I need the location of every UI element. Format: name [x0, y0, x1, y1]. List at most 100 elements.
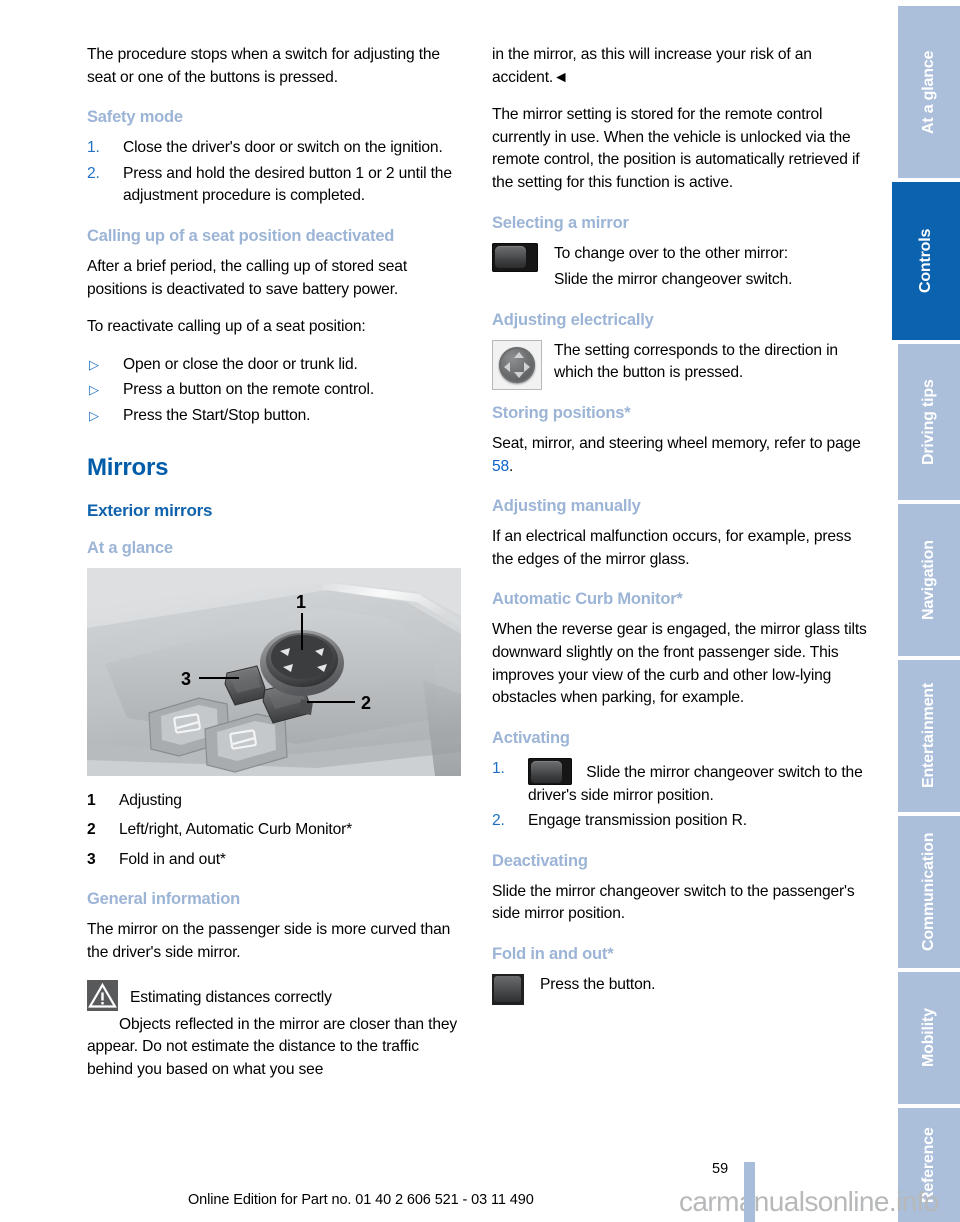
- sidebar-item-label: Mobility: [920, 1008, 937, 1068]
- list-item: 1. Close the driver's door or switch on …: [87, 137, 462, 160]
- list-item: 2 Left/right, Automatic Curb Monitor*: [87, 819, 462, 842]
- list-item: ▷ Open or close the door or trunk lid.: [87, 354, 462, 377]
- adjusting-electrically-row: The setting corresponds to the direction…: [492, 339, 867, 390]
- arrow-down-icon: [514, 371, 524, 378]
- general-information-paragraph: The mirror on the passenger side is more…: [87, 921, 451, 961]
- sidebar-item-communication[interactable]: Communication: [898, 816, 960, 968]
- figure-legend: 1 Adjusting 2 Left/right, Automatic Curb…: [87, 790, 462, 872]
- page-reference-link[interactable]: 58: [492, 458, 509, 475]
- intro-paragraph: The procedure stops when a switch for ad…: [87, 46, 440, 86]
- left-column: The procedure stops when a switch for ad…: [87, 44, 462, 1096]
- sidebar-item-label: Navigation: [920, 540, 937, 620]
- sidebar-item-driving-tips[interactable]: Driving tips: [898, 344, 960, 500]
- list-item: 1 Adjusting: [87, 790, 462, 813]
- list-item: 1. Slide the mirror changeover switch to…: [492, 757, 867, 808]
- heading-exterior-mirrors: Exterior mirrors: [87, 500, 213, 520]
- safety-mode-steps: 1. Close the driver's door or switch on …: [87, 137, 462, 208]
- heading-safety-mode: Safety mode: [87, 108, 183, 127]
- heading-calling-up-deactivated: Calling up of a seat position deactivate…: [87, 226, 395, 245]
- sidebar-item-label: Communication: [920, 832, 937, 952]
- calling-up-paragraph-1: After a brief period, the calling up of …: [87, 257, 408, 298]
- list-item: ▷ Press a button on the remote control.: [87, 379, 462, 402]
- mirror-adjust-knob-icon: [492, 339, 542, 390]
- warning-continuation-text: in the mirror, as this will increase you…: [492, 46, 812, 86]
- mirror-changeover-switch-icon: [492, 242, 538, 272]
- heading-automatic-curb-monitor: Automatic Curb Monitor*: [492, 590, 683, 609]
- legend-marker: 3: [87, 850, 96, 868]
- heading-adjusting-manually: Adjusting manually: [492, 497, 641, 516]
- fold-in-and-out-row: Press the button.: [492, 974, 867, 1008]
- heading-deactivating: Deactivating: [492, 851, 588, 870]
- legend-text: Adjusting: [119, 791, 182, 809]
- figure-number-2: 2: [361, 693, 371, 713]
- bullet-text: Press a button on the remote control.: [123, 381, 375, 399]
- arrow-right-icon: [524, 361, 530, 372]
- selecting-mirror-line-2: Slide the mirror changeover switch.: [554, 271, 793, 289]
- selecting-mirror-line-1: To change over to the other mirror:: [554, 244, 788, 262]
- heading-selecting-a-mirror: Selecting a mirror: [492, 213, 629, 232]
- storing-positions-text-after: .: [509, 457, 514, 475]
- fold-mirror-button-icon: [492, 974, 524, 1006]
- heading-at-a-glance: At a glance: [87, 538, 173, 557]
- heading-fold-in-and-out: Fold in and out*: [492, 945, 614, 964]
- door-panel-figure: 1 3 2: [87, 567, 461, 776]
- warning-block: Estimating distances correctly Objects r…: [87, 979, 462, 1082]
- step-text: Close the driver's door or switch on the…: [123, 139, 443, 157]
- bullet-text: Open or close the door or trunk lid.: [123, 355, 358, 373]
- reactivate-bullets: ▷ Open or close the door or trunk lid. ▷…: [87, 354, 462, 428]
- deactivating-text: Slide the mirror changeover switch to th…: [492, 882, 855, 923]
- step-marker: 1.: [87, 139, 100, 157]
- manual-page: The procedure stops when a switch for ad…: [0, 0, 960, 1222]
- selecting-mirror-row: To change over to the other mirror: Slid…: [492, 242, 867, 292]
- sidebar-item-label: Driving tips: [920, 379, 937, 465]
- heading-general-information: General information: [87, 890, 240, 909]
- bullet-text: Press the Start/Stop button.: [123, 406, 311, 424]
- arrow-left-icon: [504, 361, 510, 372]
- warning-body: Objects reflected in the mirror are clos…: [87, 1015, 458, 1078]
- heading-activating: Activating: [492, 728, 570, 747]
- edition-line: Online Edition for Part no. 01 40 2 606 …: [188, 1192, 534, 1208]
- step-text: Press and hold the desired button 1 or 2…: [123, 164, 452, 205]
- list-item: ▷ Press the Start/Stop button.: [87, 405, 462, 428]
- storing-positions-text-before: Seat, mirror, and steering wheel memory,…: [492, 434, 861, 452]
- step-marker: 2.: [492, 812, 505, 830]
- heading-adjusting-electrically: Adjusting electrically: [492, 310, 654, 329]
- storing-positions-text: Seat, mirror, and steering wheel memory,…: [492, 433, 867, 478]
- list-item: 2. Engage transmission position R.: [492, 810, 867, 833]
- heading-storing-positions: Storing positions*: [492, 403, 631, 422]
- mirror-changeover-switch-icon: [528, 757, 572, 785]
- step-marker: 1.: [492, 759, 505, 777]
- list-item: 2. Press and hold the desired button 1 o…: [87, 163, 462, 208]
- warning-triangle-icon: [87, 979, 118, 1011]
- activating-steps: 1. Slide the mirror changeover switch to…: [492, 757, 867, 833]
- adjusting-electrically-text: The setting corresponds to the direction…: [554, 341, 838, 382]
- warning-continuation: in the mirror, as this will increase you…: [492, 44, 867, 89]
- warning-heading-row: Estimating distances correctly: [87, 979, 462, 1011]
- sidebar-item-mobility[interactable]: Mobility: [898, 972, 960, 1104]
- figure-number-1: 1: [296, 592, 306, 612]
- arrow-up-icon: [514, 351, 524, 358]
- figure-number-3: 3: [181, 669, 191, 689]
- sidebar-item-label: Controls: [917, 228, 934, 294]
- sidebar-item-controls[interactable]: Controls: [892, 182, 960, 340]
- triangle-bullet-icon: ▷: [89, 382, 99, 398]
- adjusting-manually-text: If an electrical malfunction occurs, for…: [492, 528, 852, 568]
- sidebar-item-entertainment[interactable]: Entertainment: [898, 660, 960, 812]
- step-marker: 2.: [87, 164, 100, 182]
- section-tabs-sidebar: At a glance Controls Driving tips Naviga…: [888, 0, 960, 1222]
- triangle-bullet-icon: ▷: [89, 356, 99, 372]
- sidebar-item-at-a-glance[interactable]: At a glance: [898, 6, 960, 178]
- door-panel-illustration: 1 3 2: [87, 567, 461, 776]
- calling-up-paragraph-2: To reactivate calling up of a seat posit…: [87, 318, 366, 336]
- stored-setting-paragraph: The mirror setting is stored for the rem…: [492, 106, 860, 191]
- automatic-curb-monitor-text: When the reverse gear is engaged, the mi…: [492, 621, 867, 707]
- step-text: Engage transmission position R.: [528, 812, 747, 830]
- sidebar-item-navigation[interactable]: Navigation: [898, 504, 960, 656]
- warning-end-marker: ◄: [553, 68, 569, 86]
- step-text: Slide the mirror changeover switch to th…: [528, 763, 863, 804]
- sidebar-item-label: Entertainment: [920, 683, 937, 789]
- page-title: Mirrors: [87, 453, 169, 481]
- legend-marker: 1: [87, 791, 96, 809]
- watermark: carmanualsonline.info: [679, 1186, 939, 1217]
- footer-accent-bar: [744, 1162, 755, 1222]
